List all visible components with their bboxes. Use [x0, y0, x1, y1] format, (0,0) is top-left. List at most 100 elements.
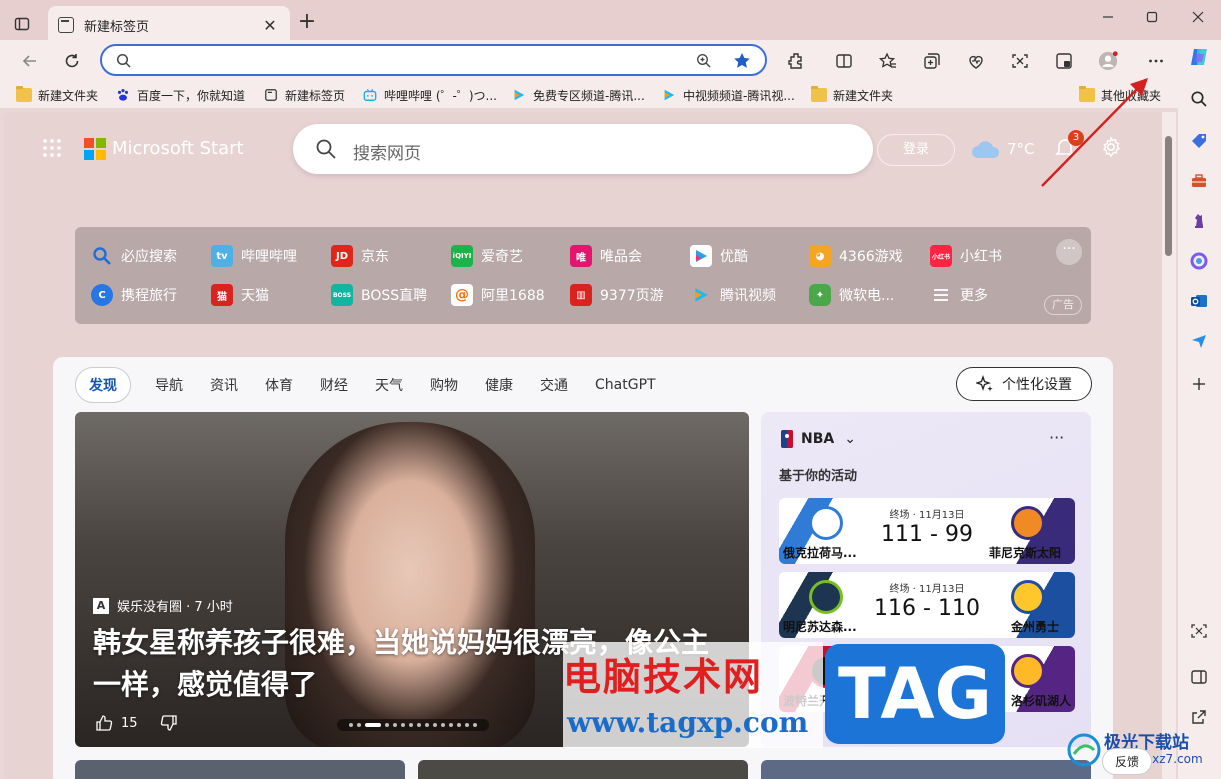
zoom-icon[interactable] — [696, 53, 712, 69]
bookmark-item[interactable]: 百度一下，你就知道 — [115, 86, 245, 104]
quick-link-4366[interactable]: ◕ 4366游戏 — [809, 245, 903, 267]
hero-article[interactable]: A 娱乐没有圈 · 7 小时 韩女星称养孩子很难，当她说妈妈很漂亮，像公主一样，… — [75, 412, 749, 747]
workspaces-icon[interactable] — [1054, 51, 1074, 71]
carousel-dot[interactable] — [433, 723, 437, 727]
quick-link-vip[interactable]: 唯 唯品会 — [570, 245, 642, 267]
gear-icon[interactable] — [1100, 136, 1122, 158]
quick-link-ms-store[interactable]: ✦ 微软电... — [809, 284, 894, 306]
carousel-dot[interactable] — [473, 723, 477, 727]
add-icon[interactable] — [1188, 373, 1210, 395]
carousel-dot[interactable] — [401, 723, 405, 727]
nba-header[interactable]: NBA ⌄ — [781, 430, 856, 448]
quick-link-boss[interactable]: BOSS BOSS直聘 — [331, 284, 427, 306]
game-card[interactable]: 波特兰开拓者 洛杉矶湖人 — [779, 646, 1075, 712]
games-icon[interactable] — [1188, 210, 1210, 232]
feed-card-thumb[interactable] — [75, 760, 405, 779]
tab-health[interactable]: 健康 — [485, 375, 513, 395]
carousel-dot[interactable] — [365, 723, 381, 727]
game-card[interactable]: 终场 · 11月13日 111 - 99 俄克拉荷马... 菲尼克斯太阳 — [779, 498, 1075, 564]
microsoft-365-icon[interactable] — [1188, 250, 1210, 272]
quick-link-bilibili[interactable]: tv 哔哩哔哩 — [211, 245, 297, 267]
quick-link-ctrip[interactable]: C 携程旅行 — [91, 284, 177, 306]
maximize-button[interactable] — [1130, 4, 1174, 30]
bookmark-item[interactable]: 新建文件夹 — [811, 86, 893, 104]
tab-news[interactable]: 资讯 — [210, 375, 238, 395]
tab-navigation[interactable]: 导航 — [155, 375, 183, 395]
bookmark-item[interactable]: 免费专区频道-腾讯... — [511, 86, 645, 104]
quick-link-bing[interactable]: 必应搜索 — [91, 245, 177, 267]
personalize-button[interactable]: 个性化设置 — [956, 367, 1092, 401]
carousel-dot[interactable] — [385, 723, 389, 727]
refresh-button[interactable] — [60, 50, 84, 72]
profile-avatar[interactable] — [1098, 51, 1118, 71]
tab-sports[interactable]: 体育 — [265, 375, 293, 395]
carousel-dot[interactable] — [457, 723, 461, 727]
open-external-icon[interactable] — [1188, 706, 1210, 728]
address-bar[interactable] — [100, 44, 767, 76]
copilot-icon[interactable] — [1188, 46, 1210, 68]
feed-card-thumb[interactable] — [418, 760, 748, 779]
carousel-dot[interactable] — [417, 723, 421, 727]
carousel-dot[interactable] — [441, 723, 445, 727]
tab-traffic[interactable]: 交通 — [540, 375, 568, 395]
quick-link-tencent-video[interactable]: 腾讯视频 — [690, 284, 776, 306]
scrollbar-thumb[interactable] — [1165, 136, 1172, 256]
close-window-button[interactable] — [1176, 4, 1220, 30]
quick-link-tmall[interactable]: 猫 天猫 — [211, 284, 269, 306]
bookmark-item[interactable]: 中视频频道-腾讯视... — [661, 86, 795, 104]
carousel-dot[interactable] — [465, 723, 469, 727]
bookmark-item[interactable]: 新建文件夹 — [16, 86, 98, 104]
thumbs-up-icon[interactable] — [95, 714, 113, 732]
quick-link-xiaohongshu[interactable]: 小红书 小红书 — [930, 245, 1002, 267]
bookmark-item[interactable]: 哔哩哔哩 (゜-゜)つ... — [362, 86, 497, 104]
other-favorites[interactable]: 其他收藏夹 — [1079, 86, 1161, 104]
tools-icon[interactable] — [1188, 170, 1210, 192]
back-button[interactable] — [18, 50, 42, 72]
sidebar-layout-icon[interactable] — [1188, 666, 1210, 688]
web-search-box[interactable]: 搜索网页 — [293, 124, 873, 174]
active-tab[interactable]: 新建标签页 ✕ — [48, 6, 290, 44]
shopping-tag-icon[interactable] — [1188, 130, 1210, 152]
game-card[interactable]: 终场 · 11月13日 116 - 110 明尼苏达森... 金州勇士 — [779, 572, 1075, 638]
close-tab-icon[interactable]: ✕ — [260, 16, 280, 35]
tab-chatgpt[interactable]: ChatGPT — [595, 377, 656, 393]
web-capture-icon[interactable] — [1010, 51, 1030, 71]
browser-essentials-icon[interactable] — [966, 51, 986, 71]
new-tab-button[interactable]: + — [296, 11, 318, 34]
cloud-weather-icon[interactable] — [970, 138, 1002, 160]
login-button[interactable]: 登录 — [877, 134, 955, 166]
carousel-dot[interactable] — [425, 723, 429, 727]
carousel-dot[interactable] — [393, 723, 397, 727]
quick-links-more-button[interactable]: ··· — [1056, 239, 1082, 265]
screenshot-icon[interactable] — [1188, 620, 1210, 642]
settings-more-icon[interactable] — [1146, 51, 1166, 71]
weather-temperature[interactable]: 7°C — [1007, 140, 1035, 158]
page-scrollbar[interactable] — [1162, 112, 1176, 779]
carousel-dot[interactable] — [357, 723, 361, 727]
quick-link-1688[interactable]: @ 阿里1688 — [451, 284, 545, 306]
carousel-dot[interactable] — [349, 723, 353, 727]
outlook-icon[interactable] — [1188, 290, 1210, 312]
more-options-icon[interactable]: ··· — [1049, 428, 1064, 447]
tab-weather[interactable]: 天气 — [375, 375, 403, 395]
tab-discover[interactable]: 发现 — [75, 367, 131, 403]
tab-shopping[interactable]: 购物 — [430, 375, 458, 395]
carousel-dot[interactable] — [449, 723, 453, 727]
quick-link-youku[interactable]: 优酷 — [690, 245, 748, 267]
address-input[interactable] — [140, 51, 680, 71]
carousel-dot[interactable] — [409, 723, 413, 727]
tab-actions-icon[interactable] — [10, 12, 34, 36]
view-live-scores-link[interactable]: 查看实时分数 — [761, 720, 1091, 737]
quick-link-9377[interactable]: ▥ 9377页游 — [570, 284, 664, 306]
tab-finance[interactable]: 财经 — [320, 375, 348, 395]
feed-card-thumb[interactable] — [761, 760, 1091, 779]
minimize-button[interactable] — [1086, 4, 1130, 30]
split-screen-icon[interactable] — [834, 51, 854, 71]
bookmark-item[interactable]: 新建标签页 — [263, 86, 345, 104]
favorite-star-icon[interactable] — [732, 51, 752, 71]
quick-link-more[interactable]: 更多 — [930, 284, 988, 306]
quick-link-jd[interactable]: JD 京东 — [331, 245, 389, 267]
favorites-icon[interactable] — [878, 51, 898, 71]
article-headline[interactable]: 韩女星称养孩子很难，当她说妈妈很漂亮，像公主一样，感觉值得了 — [93, 622, 733, 706]
carousel-indicator[interactable] — [337, 719, 489, 731]
